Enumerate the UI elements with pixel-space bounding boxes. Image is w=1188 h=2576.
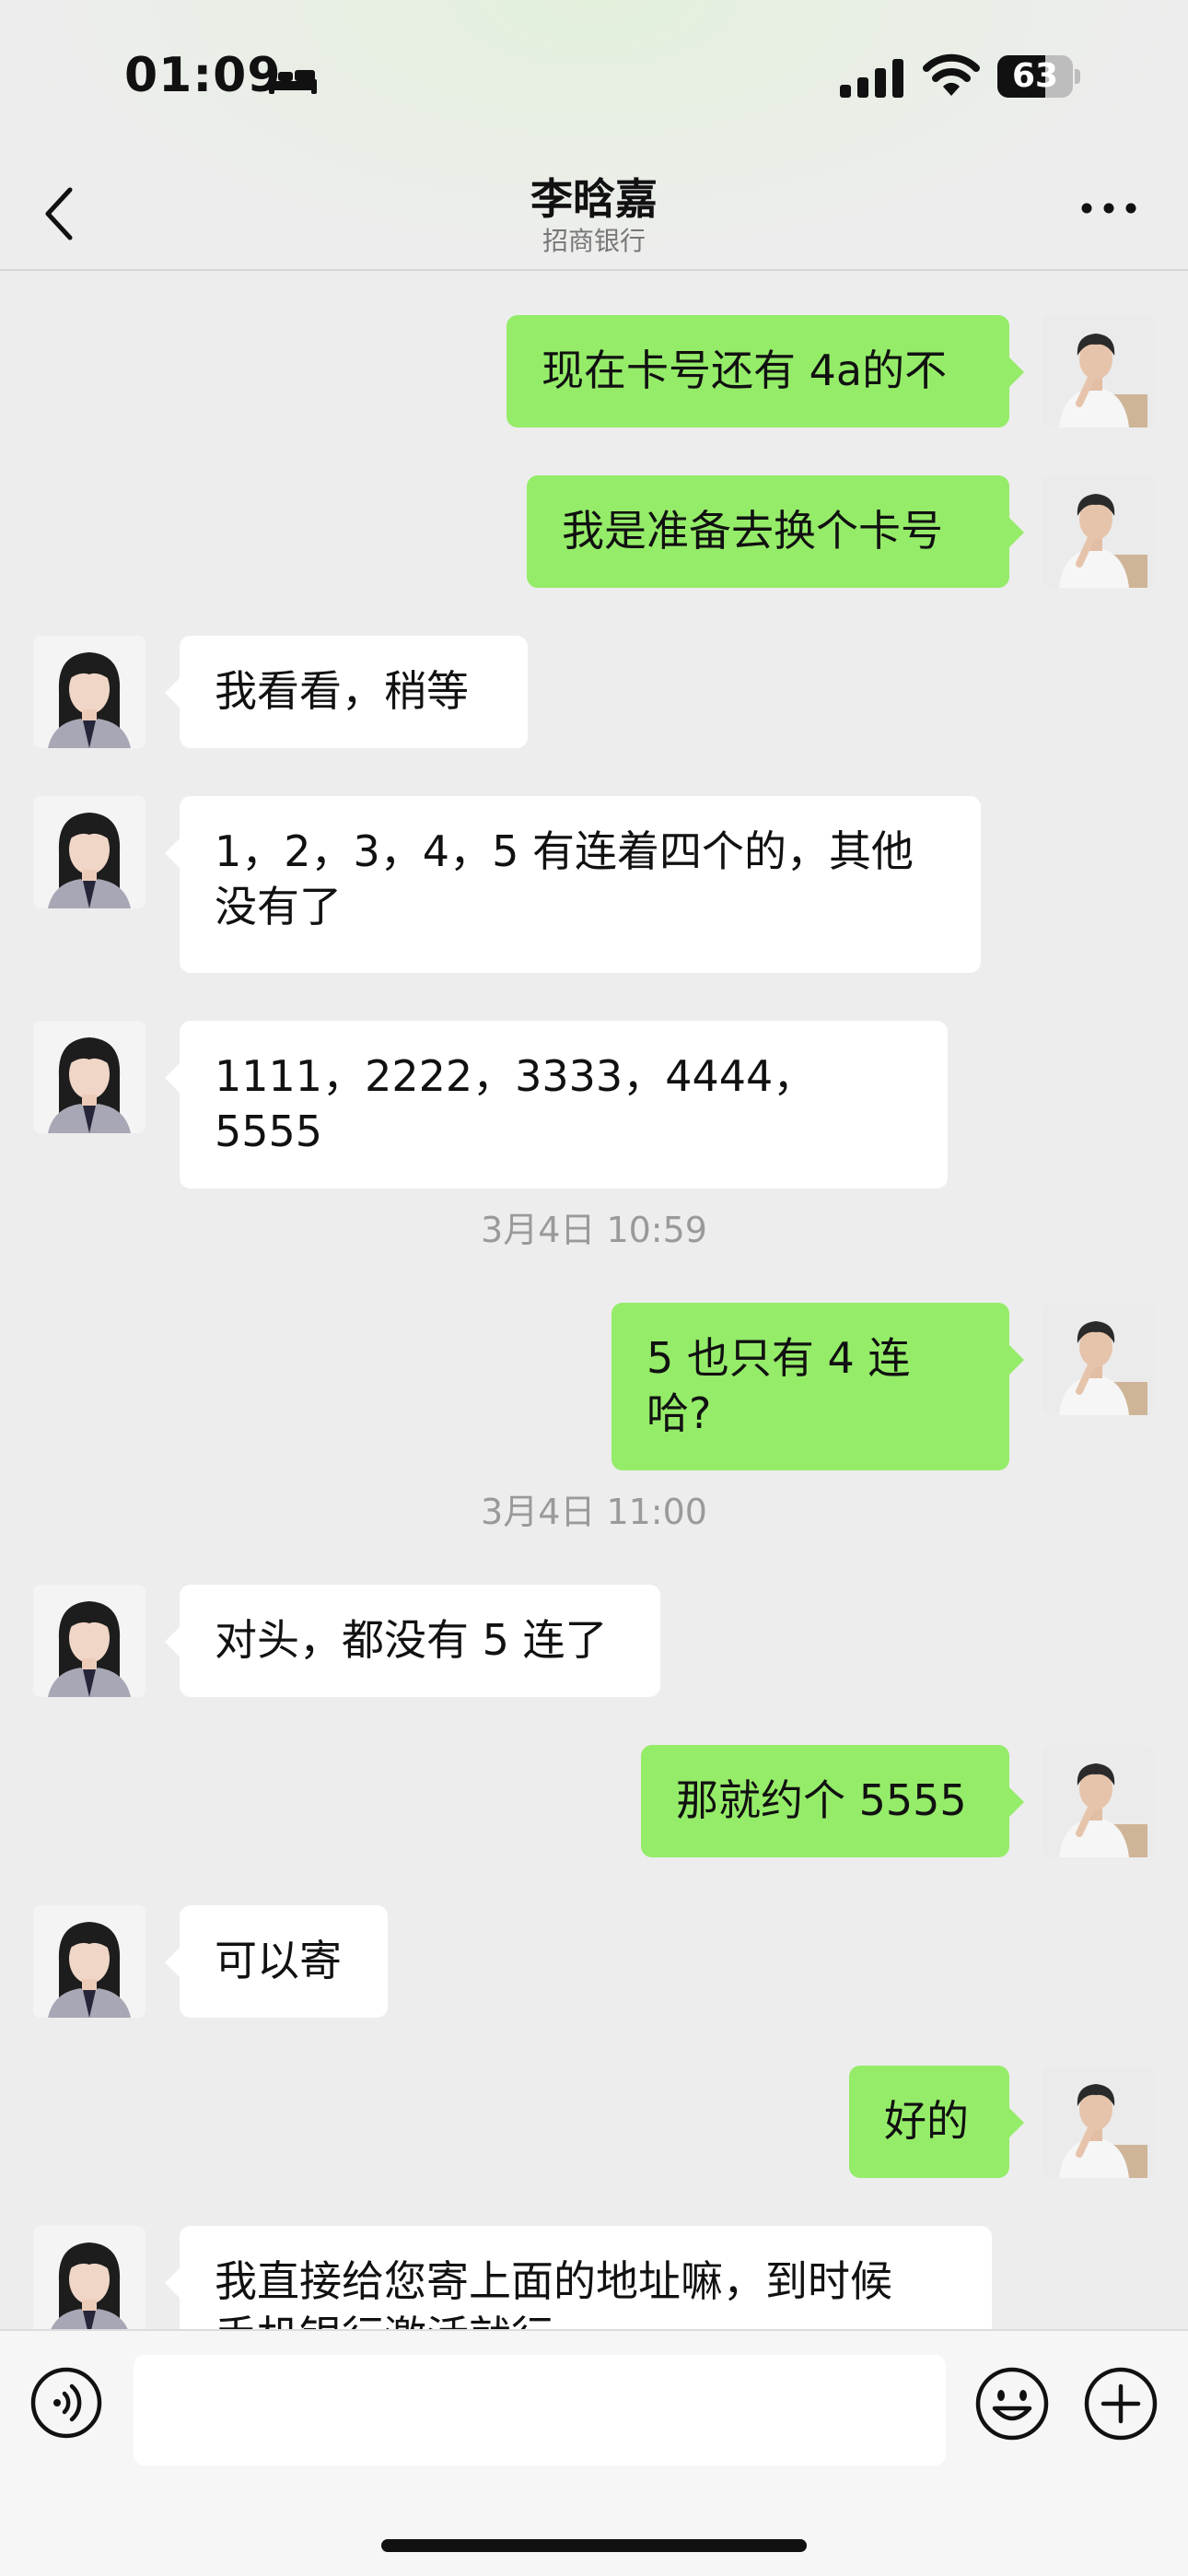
status-bar: 01:09 63 [0,0,1188,157]
self-avatar[interactable] [1042,475,1155,588]
wifi-icon [923,53,980,96]
self-avatar[interactable] [1042,315,1155,427]
self-avatar[interactable] [1042,1303,1155,1415]
plus-icon[interactable] [1083,2366,1159,2441]
sent-message-bubble[interactable]: 我是准备去换个卡号 [527,475,1024,588]
contact-avatar[interactable] [33,1585,146,1697]
battery-percentage: 63 [1011,57,1059,95]
more-dots-icon[interactable] [1079,197,1138,219]
message-list[interactable]: 现在卡号还有 4a的不我是准备去换个卡号我看看，稍等 1，2，3，4，5 有连着四… [0,273,1188,2329]
message-input[interactable] [134,2355,946,2465]
received-message-bubble[interactable]: 1，2，3，4，5 有连着四个的，其他 没有了 [165,796,981,973]
status-time: 01:09 [124,48,282,103]
received-message-bubble[interactable]: 我直接给您寄上面的地址嘛，到时候 手机银行激活就行 [165,2226,992,2329]
contact-avatar[interactable] [33,1021,146,1133]
contact-name: 李晗嘉 [530,174,658,224]
contact-avatar[interactable] [33,1905,146,2018]
bed-icon [269,66,317,94]
chat-header: 李晗嘉 招商银行 [0,157,1188,271]
received-message-bubble[interactable]: 对头，都没有 5 连了 [165,1585,660,1697]
sent-message-bubble[interactable]: 5 也只有 4 连哈? [611,1303,1024,1470]
received-message-bubble[interactable]: 可以寄 [165,1905,388,2018]
voice-icon[interactable] [29,2366,103,2440]
sent-message-bubble[interactable]: 好的 [849,2066,1024,2178]
received-message-bubble[interactable]: 1111，2222，3333，4444，5555 [165,1021,948,1188]
battery-icon: 63 [997,55,1080,98]
contact-avatar[interactable] [33,636,146,748]
emoji-icon[interactable] [974,2366,1050,2441]
message-timestamp: 3月4日 11:00 [481,1492,707,1532]
contact-company: 招商银行 [542,226,646,256]
received-message-bubble[interactable]: 我看看，稍等 [165,636,528,748]
message-timestamp: 3月4日 10:59 [481,1210,707,1250]
contact-avatar[interactable] [33,796,146,908]
home-indicator [381,2539,807,2552]
self-avatar[interactable] [1042,2066,1155,2178]
contact-avatar[interactable] [33,2226,146,2329]
sent-message-bubble[interactable]: 那就约个 5555 [641,1745,1024,1857]
self-avatar[interactable] [1042,1745,1155,1857]
sent-message-bubble[interactable]: 现在卡号还有 4a的不 [507,315,1024,427]
cellular-signal-icon [840,59,903,98]
